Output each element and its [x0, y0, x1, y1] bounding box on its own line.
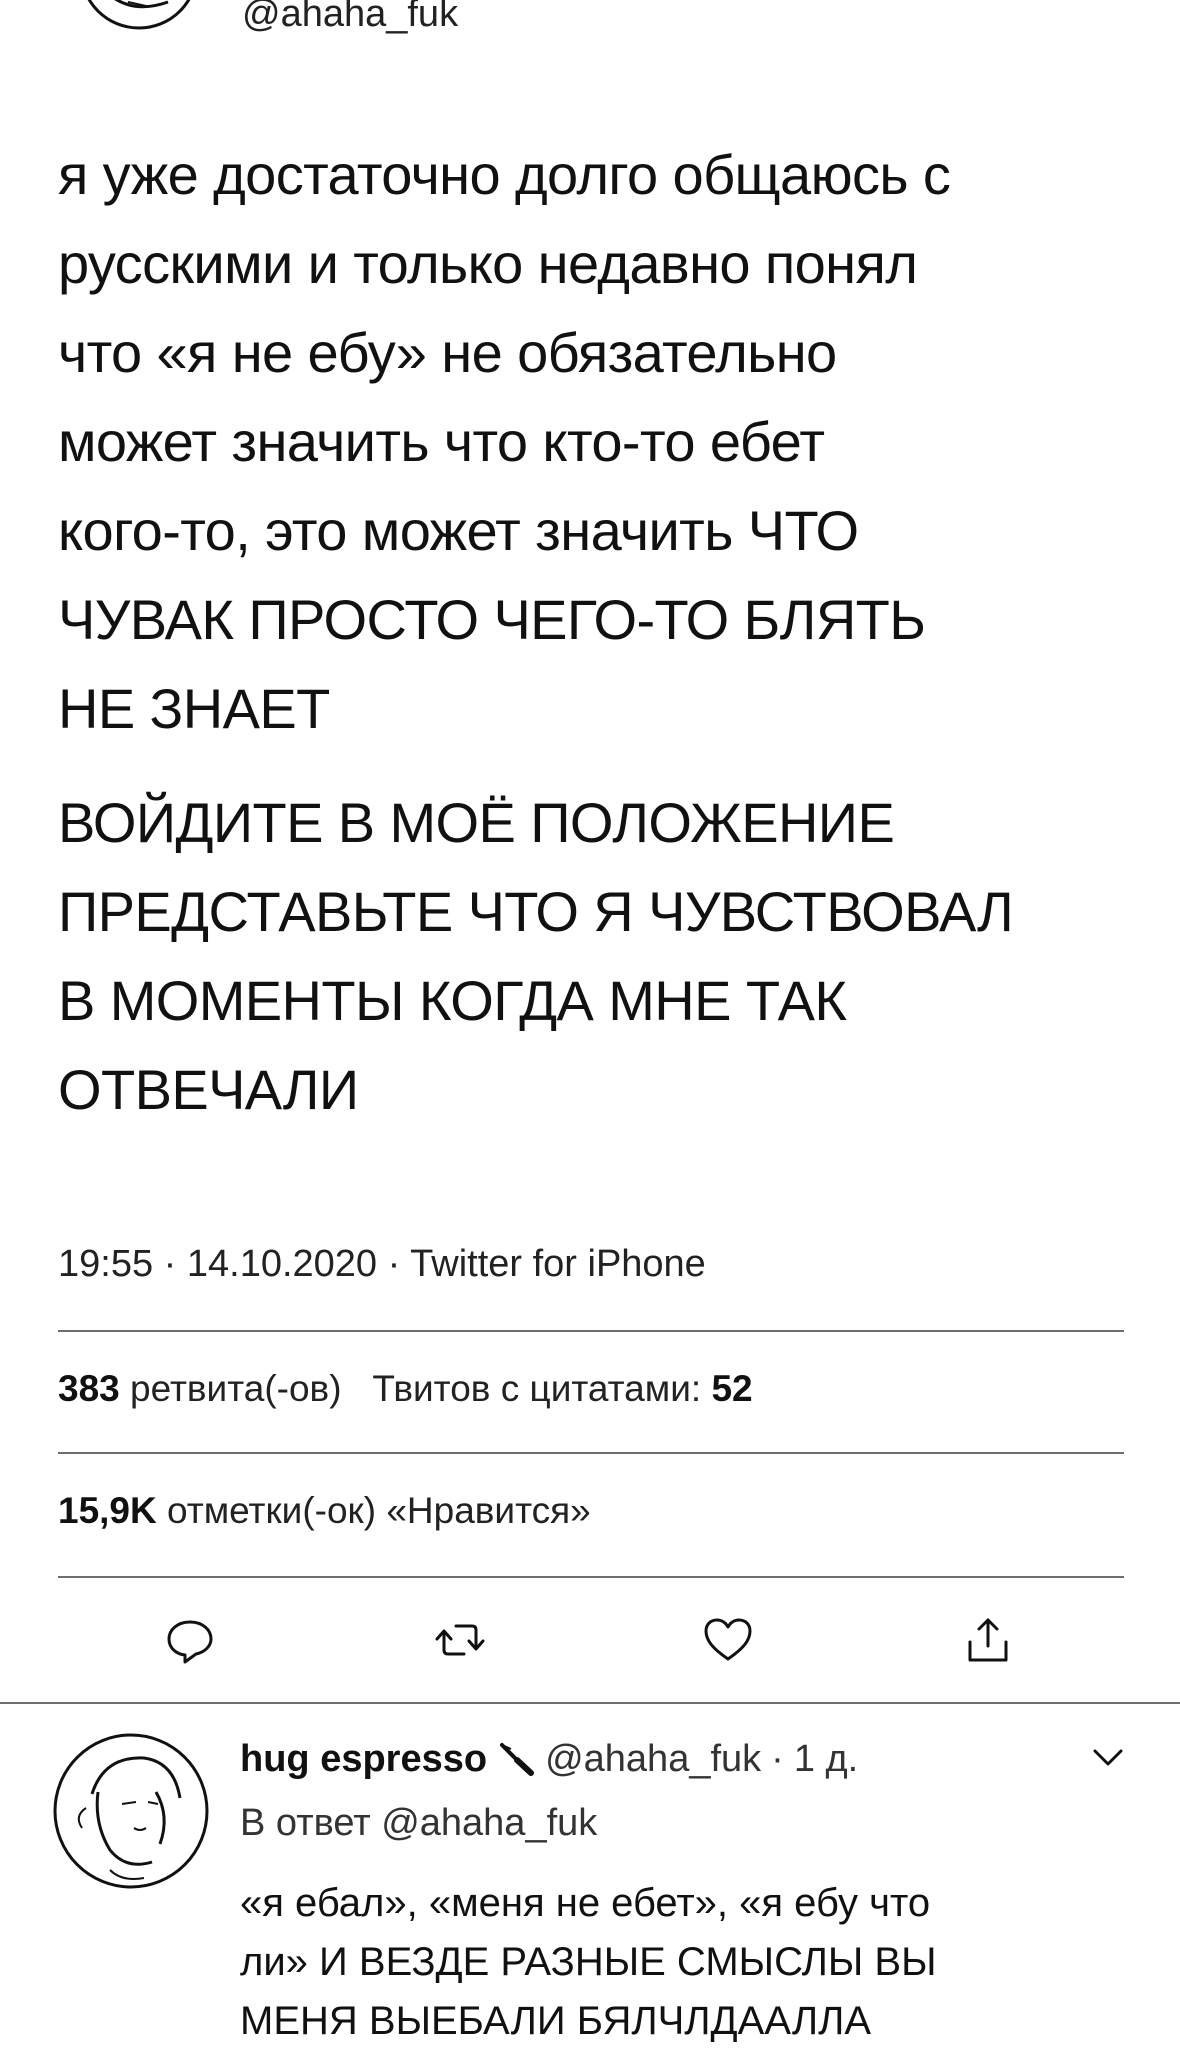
- divider: [58, 1576, 1124, 1578]
- divider: [0, 1702, 1180, 1704]
- author-avatar[interactable]: [68, 0, 210, 32]
- like-button[interactable]: [700, 1612, 756, 1668]
- reply-header: hug espresso @ahaha_fuk · 1 д.: [240, 1736, 858, 1782]
- retweets-count: 383: [58, 1368, 120, 1409]
- reply-to-label[interactable]: В ответ @ahaha_fuk: [240, 1800, 597, 1846]
- quotes-count: 52: [711, 1368, 753, 1409]
- reply-time[interactable]: 1 д.: [794, 1736, 858, 1782]
- likes-count: 15,9K: [58, 1490, 157, 1531]
- retweet-icon: [435, 1624, 485, 1656]
- tweet-paragraph: ВОЙДИТЕ В МОЁ ПОЛОЖЕНИЕ ПРЕДСТАВЬТЕ ЧТО …: [58, 791, 1014, 1121]
- tweet-paragraph: я уже достаточно долго общаюсь с русским…: [58, 143, 951, 740]
- share-button[interactable]: [960, 1612, 1016, 1668]
- reply-avatar[interactable]: [52, 1732, 210, 1890]
- heart-icon: [704, 1618, 752, 1661]
- retweet-button[interactable]: [432, 1612, 488, 1668]
- knife-icon: [497, 1740, 535, 1778]
- likes-label: отметки(-ок) «Нравится»: [167, 1490, 591, 1531]
- reply-button[interactable]: [162, 1612, 218, 1668]
- divider: [58, 1330, 1124, 1332]
- reply-separator: ·: [771, 1738, 784, 1780]
- speech-bubble-icon: [167, 1620, 213, 1664]
- reply-display-name[interactable]: hug espresso: [240, 1736, 487, 1782]
- chevron-down-icon[interactable]: [1090, 1746, 1126, 1770]
- like-stats[interactable]: 15,9K отметки(-ок) «Нравится»: [58, 1489, 591, 1533]
- share-icon: [968, 1618, 1008, 1662]
- author-handle[interactable]: @ahaha_fuk: [242, 0, 458, 34]
- quotes-label: Твитов с цитатами:: [372, 1368, 702, 1409]
- retweets-label: ретвита(-ов): [130, 1368, 342, 1409]
- divider: [58, 1452, 1124, 1454]
- retweet-stats[interactable]: 383 ретвита(-ов) Твитов с цитатами: 52: [58, 1367, 753, 1411]
- reply-text: «я ебал», «меня не ебет», «я ебу что ли»…: [240, 1881, 937, 2043]
- tweet-text: я уже достаточно долго общаюсь с русским…: [58, 130, 1138, 1134]
- reply-handle[interactable]: @ahaha_fuk: [545, 1736, 761, 1782]
- tweet-timestamp[interactable]: 19:55 · 14.10.2020 · Twitter for iPhone: [58, 1242, 706, 1286]
